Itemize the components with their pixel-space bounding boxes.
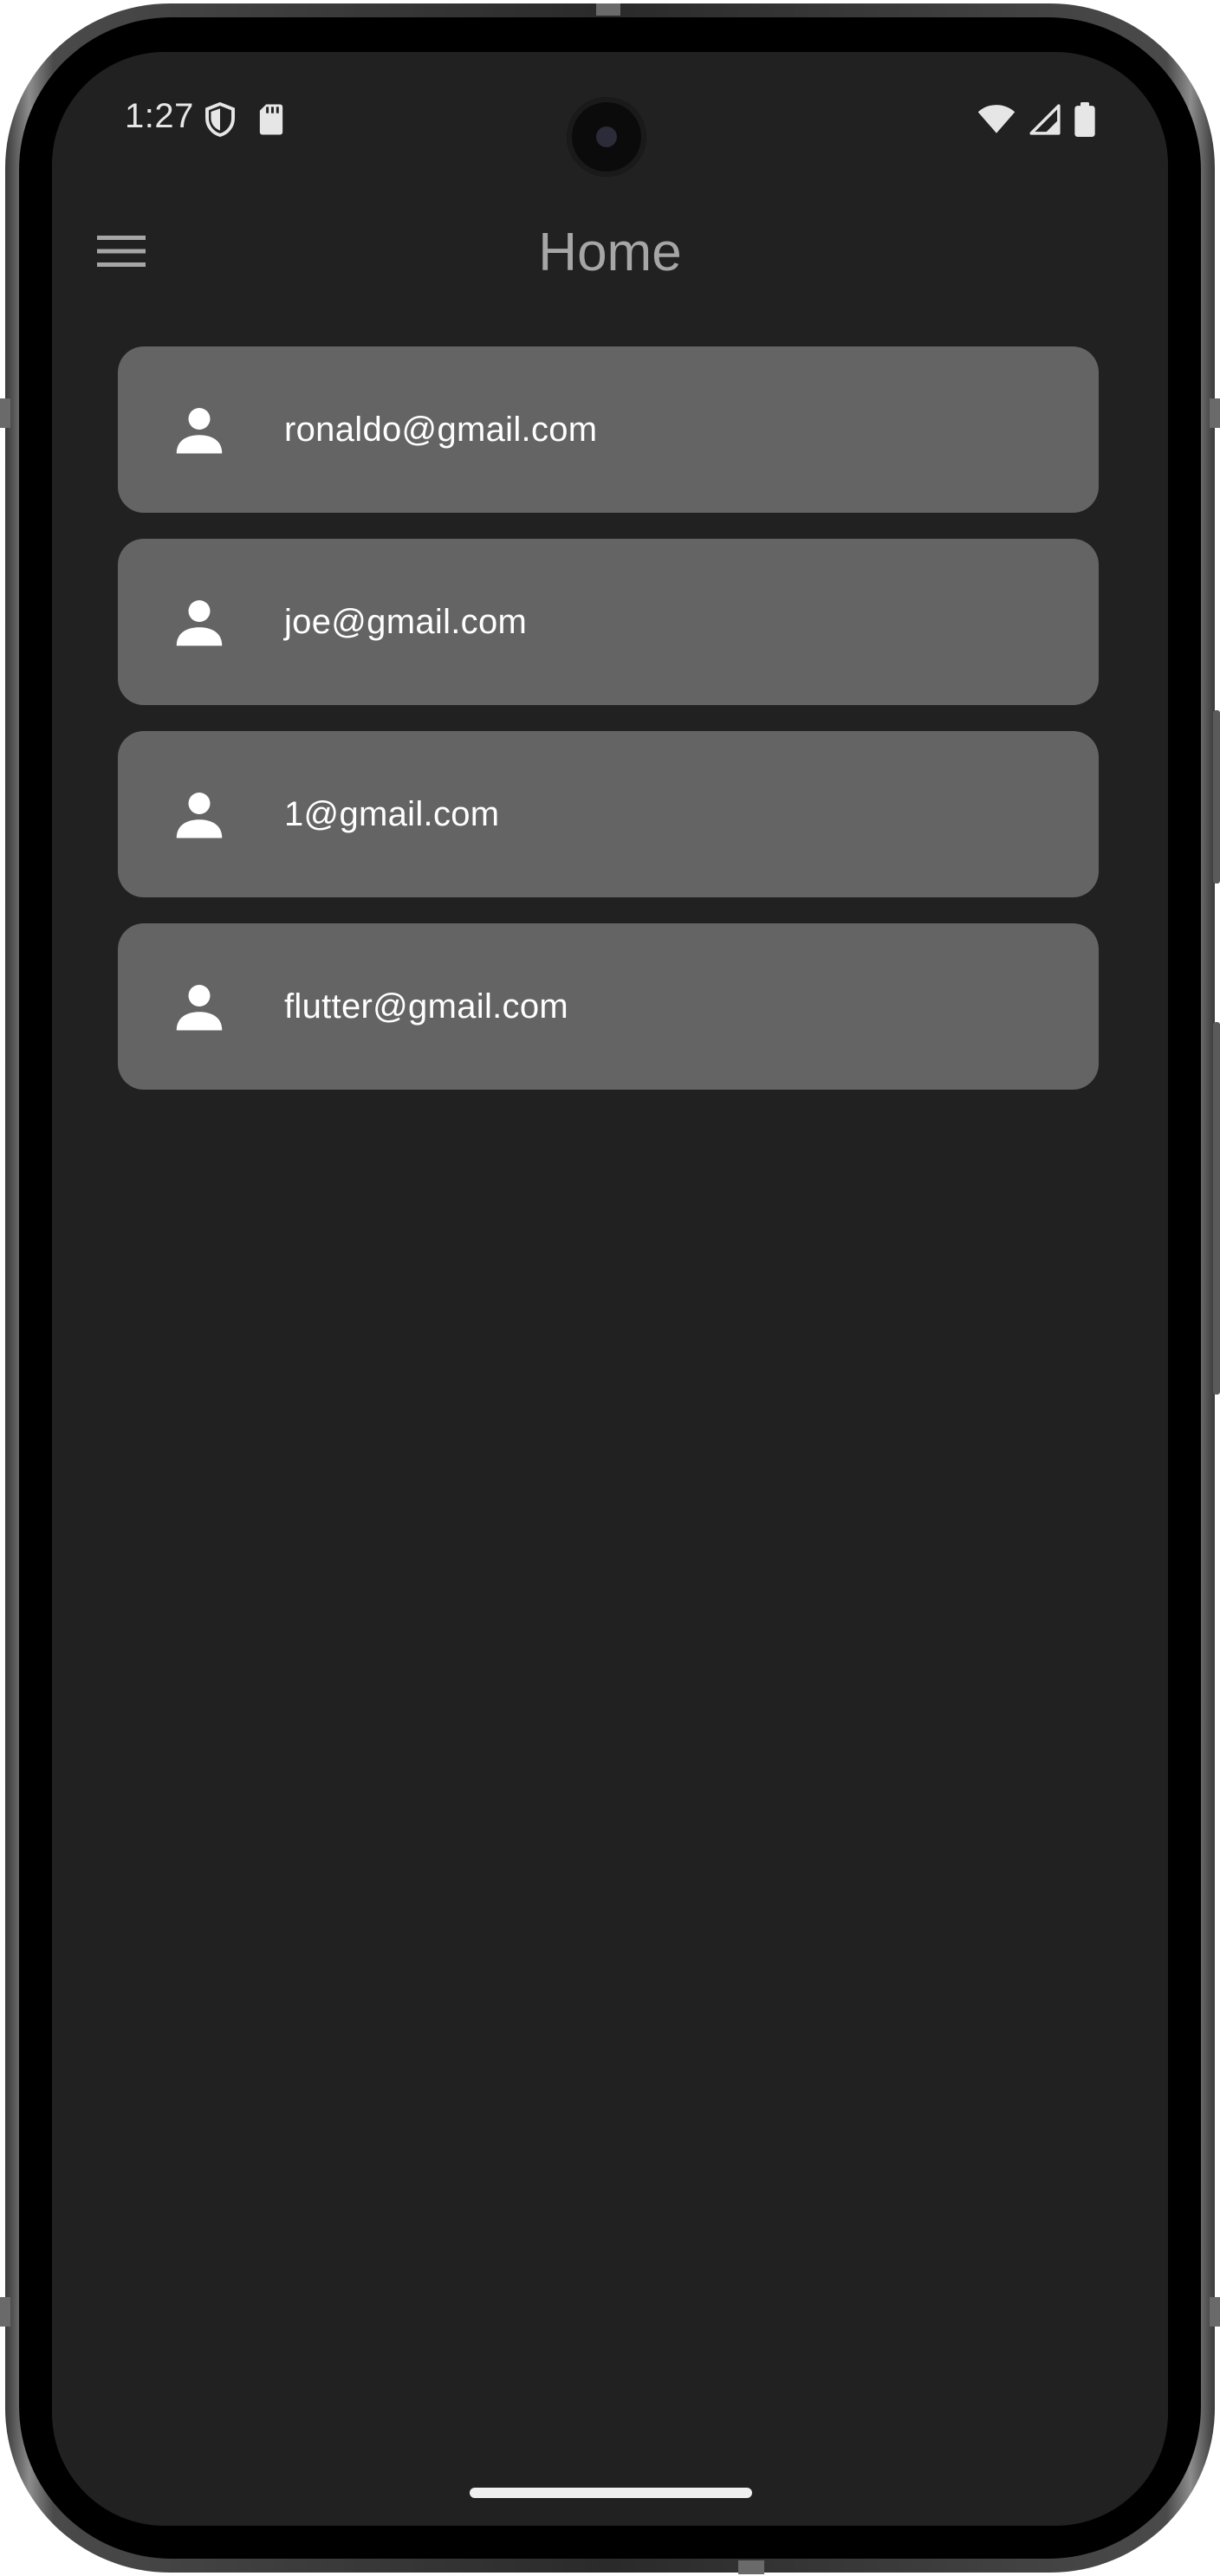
front-camera [567,97,646,177]
user-list-item[interactable]: joe@gmail.com [118,539,1099,705]
battery-icon [1074,102,1095,141]
person-icon [173,404,225,456]
frame-antenna-line [0,2297,10,2327]
user-email: 1@gmail.com [284,795,500,833]
user-email: ronaldo@gmail.com [284,411,598,449]
person-icon [173,981,225,1032]
app-bar: Home [52,191,1168,312]
user-list-item[interactable]: flutter@gmail.com [118,923,1099,1090]
power-button [1213,1022,1220,1395]
status-time: 1:27 [125,97,194,135]
user-email: joe@gmail.com [284,603,528,641]
person-icon [173,596,225,648]
frame-antenna-line [1210,398,1220,428]
status-right-icons [977,102,1095,141]
status-left-icons [204,101,284,141]
frame-antenna-line [596,3,620,16]
phone-device: 1:27 Home ronaldo@gmail.com joe@gmail.co… [0,0,1220,2576]
volume-button [1213,710,1220,883]
frame-antenna-line [0,398,10,428]
home-indicator[interactable] [470,2488,752,2498]
user-list: ronaldo@gmail.com joe@gmail.com 1@gmail.… [118,346,1099,1116]
frame-antenna-line [738,2560,764,2574]
wifi-icon [977,104,1016,139]
sd-card-icon [258,103,284,140]
user-list-item[interactable]: 1@gmail.com [118,731,1099,897]
cellular-signal-icon [1028,103,1062,140]
status-bar: 1:27 [52,52,1168,191]
page-title: Home [538,223,682,282]
app-screen: 1:27 Home ronaldo@gmail.com joe@gmail.co… [52,52,1168,2526]
user-email: flutter@gmail.com [284,987,569,1026]
shield-icon [204,101,236,141]
person-icon [173,788,225,840]
user-list-item[interactable]: ronaldo@gmail.com [118,346,1099,513]
frame-antenna-line [1210,2297,1220,2327]
